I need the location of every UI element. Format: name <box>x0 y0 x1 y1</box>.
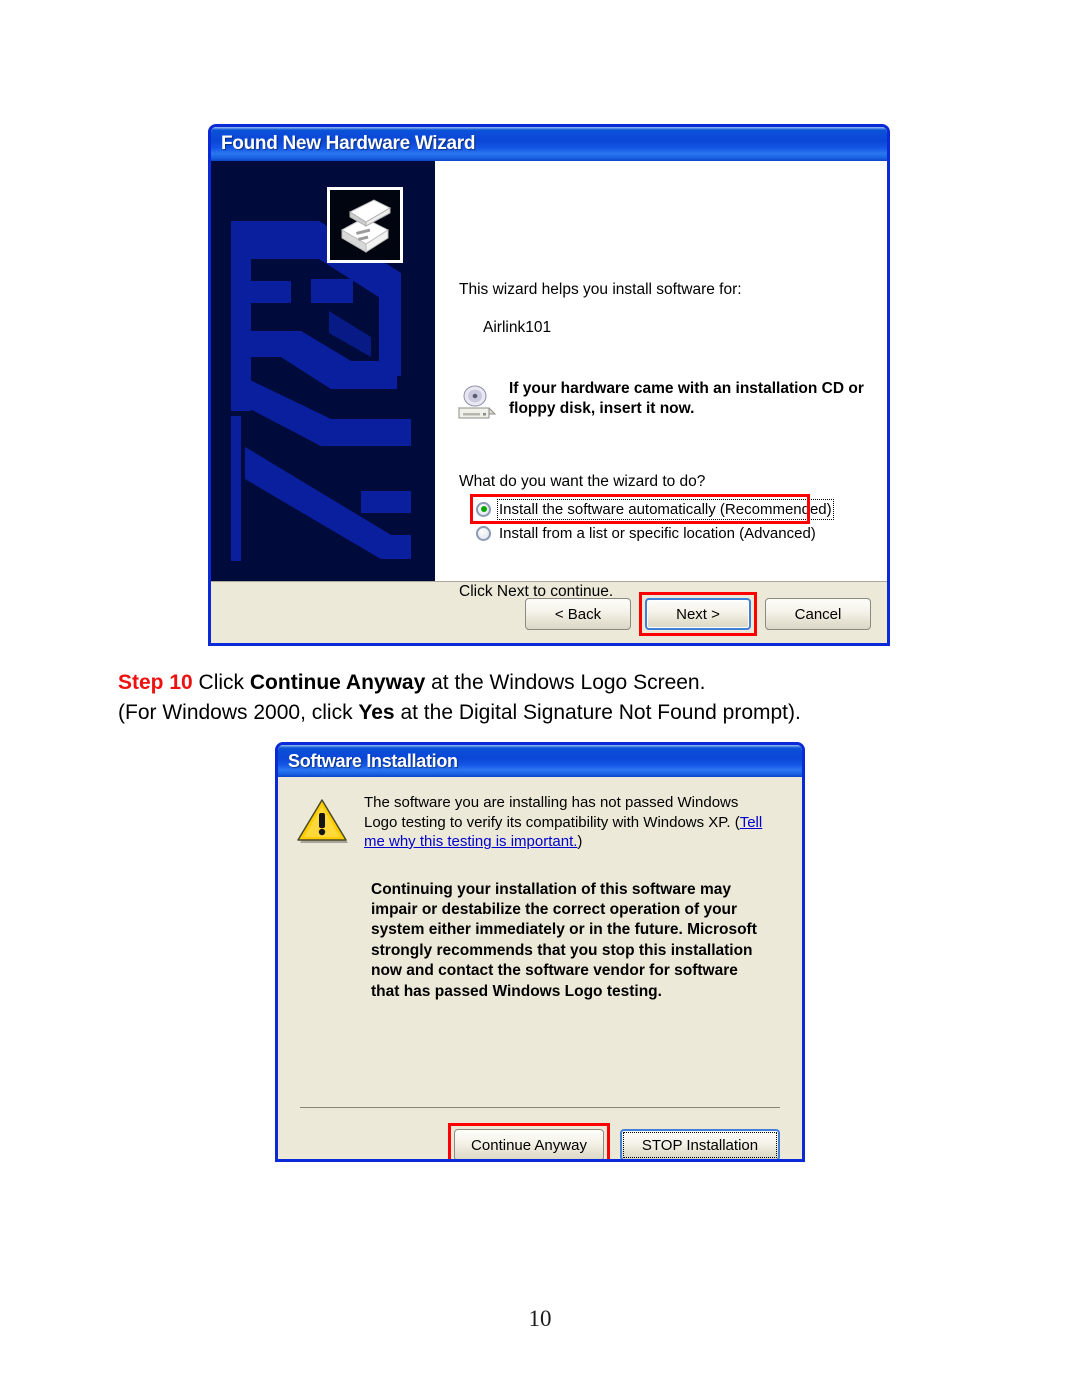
step-line-1: Step 10 Click Continue Anyway at the Win… <box>118 668 978 698</box>
radio-install-automatically[interactable]: Install the software automatically (Reco… <box>470 494 834 524</box>
back-button[interactable]: < Back <box>525 598 631 630</box>
step-instruction-block: Step 10 Click Continue Anyway at the Win… <box>118 668 978 728</box>
next-button[interactable]: Next > <box>645 598 751 630</box>
wizard-content: This wizard helps you install software f… <box>435 161 887 600</box>
paragraph1-pre: The software you are installing has not … <box>364 794 740 831</box>
cancel-button[interactable]: Cancel <box>765 598 871 630</box>
step-line1-strong: Continue Anyway <box>249 671 426 694</box>
radio-install-automatically-label: Install the software automatically (Reco… <box>497 498 834 520</box>
step-tag: Step 10 <box>118 671 193 694</box>
radio-selected-icon <box>476 501 491 517</box>
software-installation-button-row: Continue Anyway STOP Installation <box>278 1123 802 1159</box>
wizard-options-group: Install the software automatically (Reco… <box>470 494 834 545</box>
software-installation-paragraph-1: The software you are installing has not … <box>364 793 774 852</box>
next-button-label: Next > <box>676 605 720 623</box>
step-line2-pre: (For Windows 2000, click <box>118 700 359 724</box>
stop-installation-button[interactable]: STOP Installation <box>620 1129 780 1159</box>
warning-triangle-icon <box>297 799 348 843</box>
wizard-continue-hint: Click Next to continue. <box>459 583 614 600</box>
continue-anyway-highlight: Continue Anyway <box>448 1123 610 1159</box>
wizard-title: Found New Hardware Wizard <box>221 133 476 154</box>
software-installation-paragraph-2: Continuing your installation of this sof… <box>371 880 757 1000</box>
software-installation-title-bar[interactable]: Software Installation <box>278 745 802 777</box>
wizard-cd-notice: If your hardware came with an installati… <box>455 379 887 423</box>
cd-drive-icon <box>457 385 497 419</box>
continue-anyway-button[interactable]: Continue Anyway <box>454 1129 604 1159</box>
software-installation-title: Software Installation <box>288 750 458 771</box>
step-line1-pre: Click <box>192 671 250 694</box>
step-line2-strong: Yes <box>358 700 395 724</box>
wizard-intro-line: This wizard helps you install software f… <box>459 281 742 298</box>
found-new-hardware-wizard-dialog: Found New Hardware Wizard This wizard he… <box>208 124 890 646</box>
software-installation-dialog: Software Installation The software you a… <box>275 742 805 1162</box>
software-installation-divider <box>300 1107 780 1108</box>
continue-anyway-label: Continue Anyway <box>471 1136 587 1154</box>
step-line-2: (For Windows 2000, click Yes at the Digi… <box>118 698 978 728</box>
radio-unselected-icon <box>476 525 491 541</box>
step-line2-post: at the Digital Signature Not Found promp… <box>394 700 801 724</box>
wizard-body: This wizard helps you install software f… <box>211 161 887 600</box>
wizard-sidebar <box>211 161 435 581</box>
page-number: 10 <box>528 1306 552 1331</box>
radio-install-from-list[interactable]: Install from a list or specific location… <box>473 521 819 545</box>
add-hardware-icon <box>327 187 403 263</box>
wizard-title-bar[interactable]: Found New Hardware Wizard <box>211 127 887 161</box>
radio-install-from-list-label: Install from a list or specific location… <box>499 524 816 542</box>
software-installation-message-row: The software you are installing has not … <box>296 793 784 852</box>
wizard-question: What do you want the wizard to do? <box>459 473 706 490</box>
cancel-button-label: Cancel <box>794 605 842 623</box>
software-installation-body: The software you are installing has not … <box>278 777 802 1159</box>
next-button-highlight: Next > <box>639 592 757 636</box>
wizard-device-name: Airlink101 <box>483 319 552 336</box>
back-button-label: < Back <box>554 605 602 623</box>
add-hardware-icon-glyph <box>340 199 392 253</box>
wizard-cd-notice-text: If your hardware came with an installati… <box>509 380 864 417</box>
step-line1-post: at the Windows Logo Screen. <box>425 671 706 694</box>
stop-installation-label: STOP Installation <box>641 1136 759 1154</box>
paragraph1-post: ) <box>577 833 583 850</box>
